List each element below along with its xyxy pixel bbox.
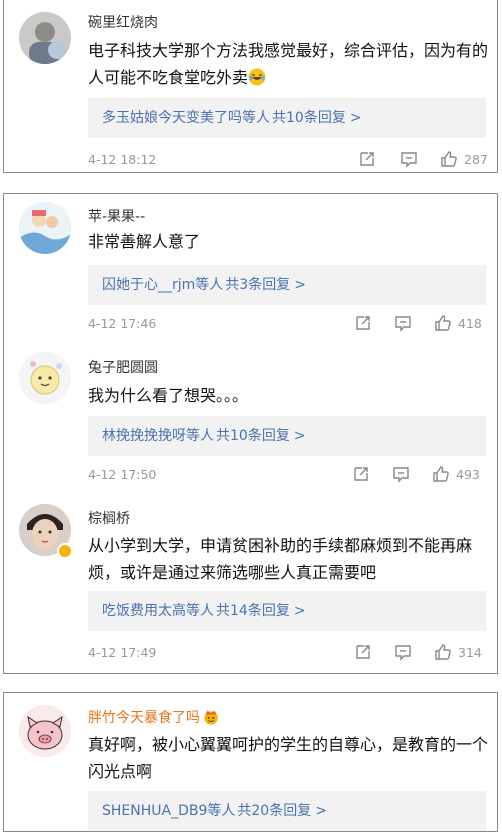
comment-meta: 4-12 17:50 493 <box>88 465 492 485</box>
comment-icon[interactable] <box>394 314 412 332</box>
thumbs-up-icon[interactable] <box>434 643 452 661</box>
comment-meta: 4-12 18:12 287 <box>88 150 492 170</box>
username[interactable]: 兔子肥圆圆 <box>88 357 158 377</box>
reply-summary[interactable]: 多玉姑娘今天变美了吗等人 共10条回复 > <box>88 98 486 138</box>
share-icon[interactable] <box>352 465 370 483</box>
comment-icon[interactable] <box>394 643 412 661</box>
username[interactable]: 胖竹今天暴食了吗 <box>88 707 219 727</box>
reply-count[interactable]: 共20条回复 <box>237 803 311 819</box>
share-icon[interactable] <box>354 314 372 332</box>
reply-arrow: > <box>349 110 362 126</box>
timestamp: 4-12 17:49 <box>88 645 157 660</box>
thumbs-up-icon[interactable] <box>432 465 450 483</box>
comment-meta: 4-12 17:49 314 <box>88 643 492 663</box>
comment-icon[interactable] <box>400 150 418 168</box>
avatar[interactable] <box>19 352 71 404</box>
reply-count[interactable]: 共10条回复 <box>216 428 290 444</box>
username-text[interactable]: 胖竹今天暴食了吗 <box>88 710 200 726</box>
like-count: 287 <box>464 152 488 167</box>
username[interactable]: 苹-果果-- <box>88 206 145 226</box>
crown-face-icon <box>203 709 219 725</box>
timestamp: 4-12 17:46 <box>88 316 157 331</box>
username[interactable]: 碗里红烧肉 <box>88 12 158 32</box>
verified-badge-icon <box>57 543 73 559</box>
reply-users[interactable]: 吃饭费用太高等人 <box>102 603 214 619</box>
reply-count[interactable]: 共10条回复 <box>272 110 346 126</box>
comment-icon[interactable] <box>392 465 410 483</box>
share-icon[interactable] <box>358 150 376 168</box>
like-count: 493 <box>456 467 480 482</box>
timestamp: 4-12 18:12 <box>88 152 157 167</box>
comment-card-2: 苹-果果-- 非常善解人意了 囚她于心__rjm等人 共3条回复 > 4-12 17… <box>3 193 498 674</box>
share-icon[interactable] <box>354 643 372 661</box>
reply-users[interactable]: 林挽挽挽挽呀等人 <box>102 428 214 444</box>
laughing-tears-icon <box>248 67 266 86</box>
comment-card-1: 碗里红烧肉 电子科技大学那个方法我感觉最好，综合评估，因为有的人可能不吃食堂吃外… <box>3 0 498 173</box>
reply-summary[interactable]: 囚她于心__rjm等人 共3条回复 > <box>88 265 486 305</box>
timestamp: 4-12 17:50 <box>88 467 157 482</box>
reply-arrow: > <box>294 277 306 293</box>
reply-users[interactable]: SHENHUA_DB9等人 <box>102 803 235 819</box>
like-count: 314 <box>458 645 482 660</box>
reply-summary[interactable]: SHENHUA_DB9等人 共20条回复 > <box>88 791 486 831</box>
username[interactable]: 棕榈桥 <box>88 508 130 528</box>
thumbs-up-icon[interactable] <box>440 150 458 168</box>
reply-arrow: > <box>315 803 327 819</box>
reply-summary[interactable]: 林挽挽挽挽呀等人 共10条回复 > <box>88 416 486 456</box>
reply-arrow: > <box>293 603 306 619</box>
comment-text: 非常善解人意了 <box>88 232 201 251</box>
comment-text-body: 电子科技大学那个方法我感觉最好，综合评估，因为有的人可能不吃食堂吃外卖 <box>88 41 489 87</box>
reply-arrow: > <box>293 428 306 444</box>
comment-text: 我为什么看了想哭。。。 <box>88 386 249 405</box>
comment-text: 电子科技大学那个方法我感觉最好，综合评估，因为有的人可能不吃食堂吃外卖 <box>88 37 488 91</box>
comment-meta: 4-12 17:46 418 <box>88 314 492 334</box>
reply-users[interactable]: 多玉姑娘今天变美了吗等人 <box>102 110 270 126</box>
reply-users[interactable]: 囚她于心__rjm等人 <box>102 277 223 293</box>
avatar[interactable] <box>19 12 71 64</box>
reply-count[interactable]: 共14条回复 <box>216 603 290 619</box>
reply-summary[interactable]: 吃饭费用太高等人 共14条回复 > <box>88 591 486 631</box>
comment-card-3: 胖竹今天暴食了吗 真好啊，被小心翼翼呵护的学生的自尊心，是教育的一个闪光点啊 S… <box>3 692 498 832</box>
thumbs-up-icon[interactable] <box>434 314 452 332</box>
comment-text: 真好啊，被小心翼翼呵护的学生的自尊心，是教育的一个闪光点啊 <box>88 735 489 781</box>
comment-text: 从小学到大学，申请贫困补助的手续都麻烦到不能再麻烦，或许是通过来筛选哪些人真正需… <box>88 536 473 582</box>
avatar[interactable] <box>19 705 71 757</box>
reply-count[interactable]: 共3条回复 <box>225 277 290 293</box>
like-count: 418 <box>458 316 482 331</box>
avatar[interactable] <box>19 202 71 254</box>
